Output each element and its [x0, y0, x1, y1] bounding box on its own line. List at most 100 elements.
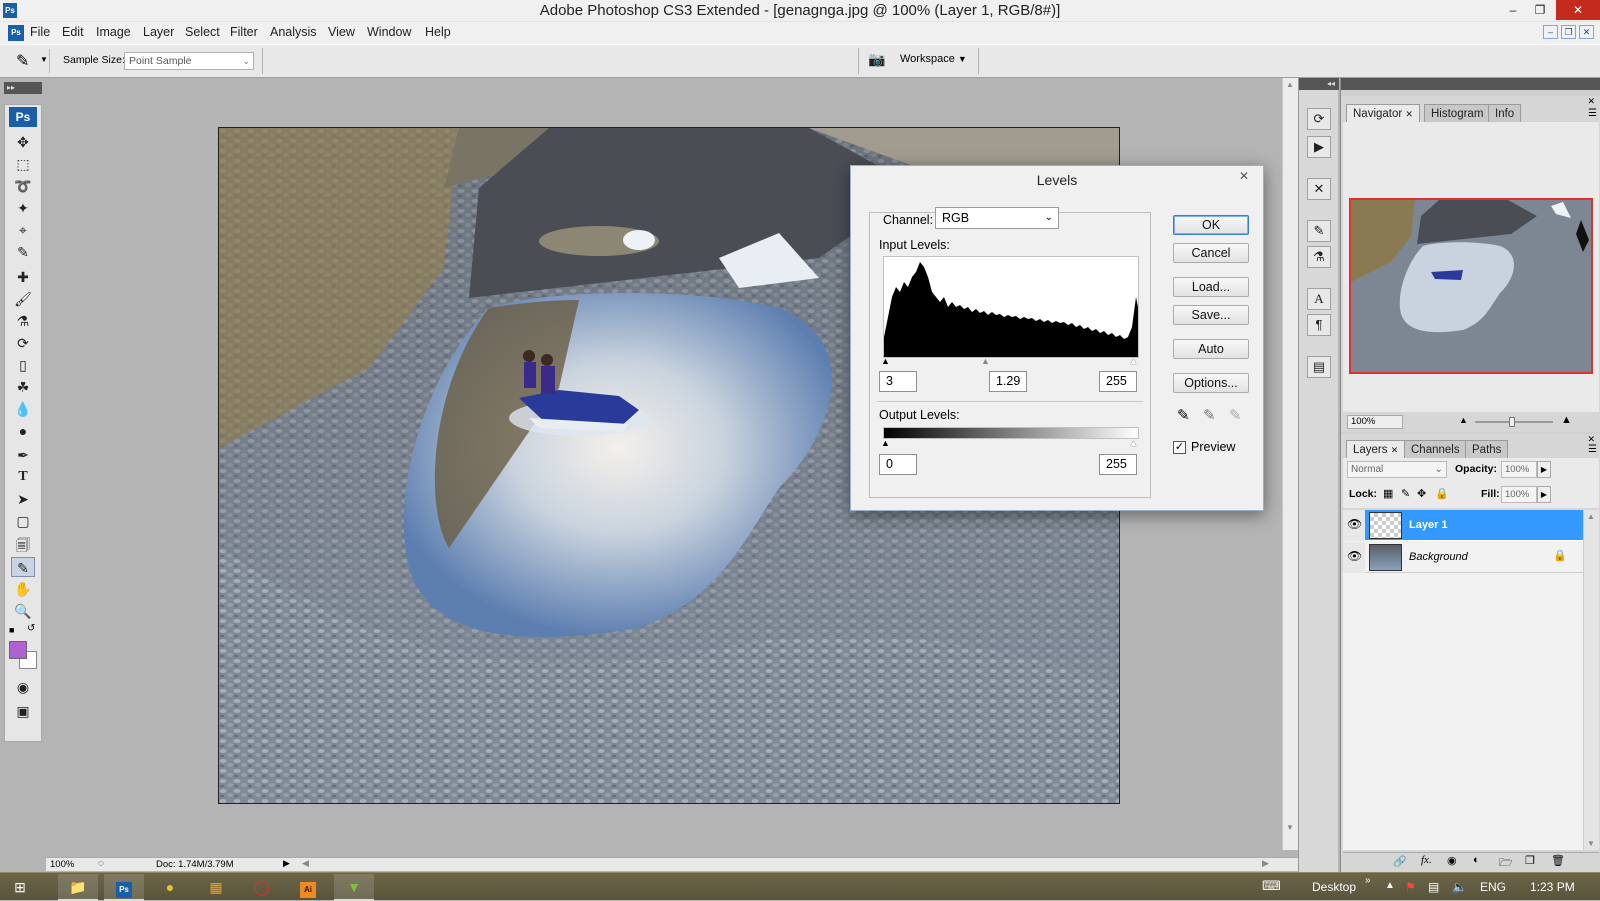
navigator-preview[interactable]	[1349, 198, 1593, 374]
cancel-button[interactable]: Cancel	[1173, 243, 1249, 263]
dock-collapse-icon[interactable]: ◂◂	[1299, 78, 1339, 90]
doc-restore-icon[interactable]: ❐	[1561, 25, 1576, 39]
screen-mode-icon[interactable]: ▣	[11, 701, 35, 721]
desktop-toolbar[interactable]: Desktop	[1312, 880, 1356, 894]
shape-tool-icon[interactable]: ▢	[11, 511, 35, 531]
character-panel-icon[interactable]: A	[1307, 288, 1331, 310]
close-icon[interactable]: ✕	[1405, 109, 1413, 119]
clock[interactable]: 1:23 PM	[1530, 880, 1575, 894]
restore-icon[interactable]: ❐	[1530, 0, 1550, 20]
zoom-slider-thumb[interactable]	[1509, 417, 1515, 427]
dialog-close-icon[interactable]: ✕	[1229, 167, 1259, 185]
lock-transparency-icon[interactable]: ▦	[1383, 487, 1393, 500]
input-black-field[interactable]: 3	[879, 371, 917, 392]
visibility-toggle[interactable]: 👁	[1343, 510, 1365, 541]
marquee-tool-icon[interactable]: ⬚	[11, 154, 35, 174]
scroll-right-icon[interactable]: ▶	[1262, 858, 1269, 869]
layer-mask-icon[interactable]: ◉	[1447, 854, 1457, 867]
lock-position-icon[interactable]: ✥	[1417, 487, 1426, 500]
menu-analysis[interactable]: Analysis	[270, 25, 317, 39]
swap-colors-icon[interactable]: ↺	[27, 623, 35, 634]
auto-button[interactable]: Auto	[1173, 339, 1249, 359]
menu-file[interactable]: File	[30, 25, 50, 39]
document-icon[interactable]: Ps	[8, 25, 24, 41]
move-tool-icon[interactable]: ✥	[11, 132, 35, 152]
history-brush-tool-icon[interactable]: ⟳	[11, 333, 35, 353]
tab-histogram[interactable]: Histogram	[1424, 104, 1491, 122]
start-button[interactable]: ⊞	[0, 874, 40, 901]
clone-stamp-tool-icon[interactable]: ⚗	[11, 311, 35, 331]
tab-channels[interactable]: Channels	[1404, 440, 1467, 458]
vertical-scrollbar[interactable]: ▲ ▼	[1282, 78, 1298, 850]
layers-scrollbar[interactable]: ▲ ▼	[1583, 510, 1599, 850]
tool-presets-icon[interactable]: ✕	[1307, 178, 1331, 200]
show-hidden-icons[interactable]: ▲	[1385, 880, 1395, 891]
dodge-tool-icon[interactable]: ●	[11, 421, 35, 441]
adjustment-layer-icon[interactable]: ◐	[1473, 854, 1480, 866]
tab-paths[interactable]: Paths	[1465, 440, 1509, 458]
zoom-in-icon[interactable]: ▲	[1561, 414, 1572, 426]
acrobat-icon[interactable]: ◯	[242, 874, 282, 901]
output-black-field[interactable]: 0	[879, 454, 917, 475]
actions-panel-icon[interactable]: ▶	[1307, 136, 1331, 158]
lock-pixels-icon[interactable]: ✎	[1401, 487, 1410, 500]
photoshop-taskbar-icon[interactable]: Ps	[104, 874, 144, 901]
menu-view[interactable]: View	[328, 25, 355, 39]
sample-size-select[interactable]: Point Sample ⌄	[124, 52, 254, 70]
windows-store-icon[interactable]: ▦	[196, 874, 236, 901]
menu-edit[interactable]: Edit	[62, 25, 84, 39]
input-white-slider[interactable]: ▲	[1129, 356, 1138, 366]
tab-layers[interactable]: Layers ✕	[1346, 440, 1406, 458]
minimize-icon[interactable]: –	[1503, 0, 1523, 20]
tab-navigator[interactable]: Navigator ✕	[1346, 104, 1420, 122]
output-black-slider[interactable]: ▲	[881, 438, 890, 448]
panel-header-grip[interactable]	[1341, 78, 1600, 90]
language-indicator[interactable]: ENG	[1480, 880, 1506, 894]
menu-image[interactable]: Image	[96, 25, 131, 39]
panel-menu-icon[interactable]: ☰	[1588, 108, 1597, 119]
menu-filter[interactable]: Filter	[230, 25, 258, 39]
white-point-eyedropper-icon[interactable]: ✎	[1229, 406, 1242, 424]
gray-point-eyedropper-icon[interactable]: ✎	[1203, 406, 1216, 424]
action-center-icon[interactable]: ⚑	[1405, 880, 1416, 894]
default-colors-icon[interactable]: ■	[9, 625, 14, 635]
eyedropper-tool-icon[interactable]: ✎	[11, 557, 35, 577]
scroll-down-icon[interactable]: ▼	[1587, 839, 1595, 848]
fill-field[interactable]: 100%	[1501, 486, 1537, 503]
doc-close-icon[interactable]: ✕	[1579, 25, 1594, 39]
blur-tool-icon[interactable]: 💧	[11, 399, 35, 419]
layer-row-layer-1[interactable]: 👁 Layer 1	[1343, 510, 1583, 541]
scroll-down-icon[interactable]: ▼	[1286, 823, 1294, 832]
new-group-icon[interactable]: 🗁	[1499, 854, 1513, 873]
opacity-slider-arrow-icon[interactable]: ▶	[1537, 461, 1551, 478]
history-panel-icon[interactable]: ⟳	[1307, 108, 1331, 130]
layer-style-icon[interactable]: fx.	[1421, 854, 1432, 866]
black-point-eyedropper-icon[interactable]: ✎	[1177, 406, 1190, 424]
status-icon[interactable]: ◌	[98, 858, 104, 869]
panel-close-icon[interactable]: ✕	[1587, 96, 1595, 107]
zoom-out-icon[interactable]: ▲	[1459, 415, 1468, 425]
channel-select[interactable]: RGB ⌄	[935, 207, 1059, 229]
paint-bucket-tool-icon[interactable]: ☘	[11, 377, 35, 397]
close-icon[interactable]: ✕	[1391, 445, 1399, 455]
brush-tool-icon[interactable]: 🖌	[11, 289, 35, 309]
input-white-field[interactable]: 255	[1099, 371, 1137, 392]
tab-info[interactable]: Info	[1488, 104, 1522, 122]
menu-window[interactable]: Window	[367, 25, 411, 39]
delete-layer-icon[interactable]: 🗑	[1551, 854, 1565, 867]
status-menu-arrow-icon[interactable]: ▶	[283, 858, 290, 869]
file-browser-icon[interactable]: 📷	[864, 51, 890, 71]
link-layers-icon[interactable]: 🔗	[1393, 855, 1407, 868]
menu-select[interactable]: Select	[185, 25, 220, 39]
input-black-slider[interactable]: ▲	[881, 356, 890, 366]
output-white-slider[interactable]: ▲	[1129, 438, 1138, 448]
clone-source-icon[interactable]: ⚗	[1307, 246, 1331, 268]
scroll-left-icon[interactable]: ◀	[302, 858, 309, 869]
type-tool-icon[interactable]: T	[11, 467, 35, 487]
panel-menu-icon[interactable]: ☰	[1588, 444, 1597, 455]
new-layer-icon[interactable]: ❐	[1525, 854, 1535, 867]
paragraph-panel-icon[interactable]: ¶	[1307, 314, 1331, 336]
foreground-color-swatch[interactable]	[9, 641, 27, 659]
menu-help[interactable]: Help	[425, 25, 451, 39]
scroll-up-icon[interactable]: ▲	[1587, 512, 1595, 521]
